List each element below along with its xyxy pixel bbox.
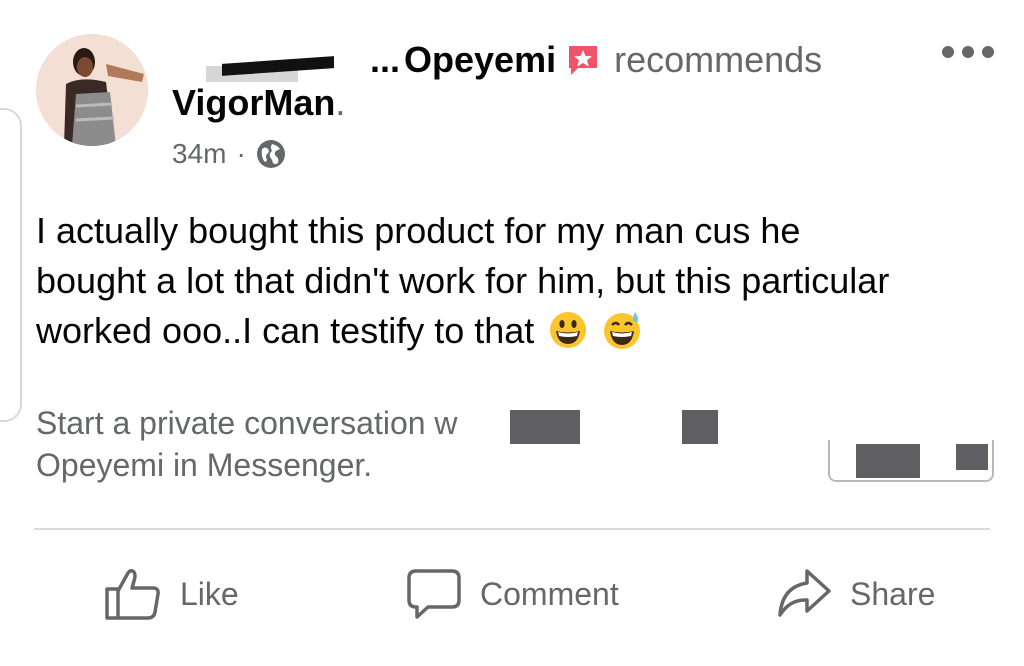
comment-icon bbox=[407, 569, 461, 619]
post-text-line: worked ooo..I can testify to that bbox=[36, 310, 535, 351]
share-label: Share bbox=[850, 575, 936, 612]
post-meta: 34m · bbox=[172, 138, 286, 170]
redacted-name bbox=[682, 410, 718, 444]
grinning-face-sweat-icon bbox=[604, 312, 641, 349]
page-name[interactable]: VigorMan bbox=[172, 82, 335, 123]
post-body: I actually bought this product for my ma… bbox=[36, 206, 996, 356]
share-button[interactable]: Share bbox=[776, 562, 935, 626]
thumbs-up-icon bbox=[105, 568, 160, 620]
page-name-link[interactable]: VigorMan. bbox=[172, 82, 345, 124]
private-conversation-text[interactable]: Start a private conversation w Opeyemi i… bbox=[36, 402, 458, 486]
private-line-1: Start a private conversation w bbox=[36, 405, 458, 441]
recommend-badge-icon bbox=[569, 46, 598, 75]
post-text-line: I actually bought this product for my ma… bbox=[36, 210, 801, 251]
post-header: ... Opeyemi recommends bbox=[370, 36, 822, 84]
share-icon bbox=[778, 569, 831, 617]
like-button[interactable]: Like bbox=[104, 562, 239, 626]
like-label: Like bbox=[180, 575, 239, 612]
redacted-button-label bbox=[856, 444, 920, 478]
avatar-photo bbox=[36, 34, 148, 146]
avatar[interactable] bbox=[36, 34, 148, 146]
author-prefix: ... bbox=[370, 39, 401, 80]
post-time[interactable]: 34m bbox=[172, 138, 226, 170]
redacted-name bbox=[510, 410, 580, 444]
more-dot bbox=[962, 46, 974, 58]
recommends-label: recommends bbox=[614, 39, 823, 80]
private-line-2: Opeyemi in Messenger. bbox=[36, 447, 373, 483]
more-options-icon[interactable] bbox=[942, 40, 994, 64]
globe-icon[interactable] bbox=[256, 139, 286, 169]
post-text-line-last: worked ooo..I can testify to that bbox=[36, 306, 996, 356]
author-name[interactable]: Opeyemi bbox=[404, 39, 556, 81]
comment-button[interactable]: Comment bbox=[406, 562, 619, 626]
more-dot bbox=[942, 46, 954, 58]
post-text-line: bought a lot that didn't work for him, b… bbox=[36, 260, 890, 301]
redacted-button-label bbox=[956, 444, 988, 470]
grinning-face-icon bbox=[550, 312, 587, 348]
more-dot bbox=[982, 46, 994, 58]
page-name-dot: . bbox=[335, 82, 346, 123]
adjacent-card-edge bbox=[0, 108, 22, 422]
action-divider bbox=[34, 528, 990, 530]
meta-separator: · bbox=[236, 138, 246, 169]
comment-label: Comment bbox=[480, 575, 619, 612]
